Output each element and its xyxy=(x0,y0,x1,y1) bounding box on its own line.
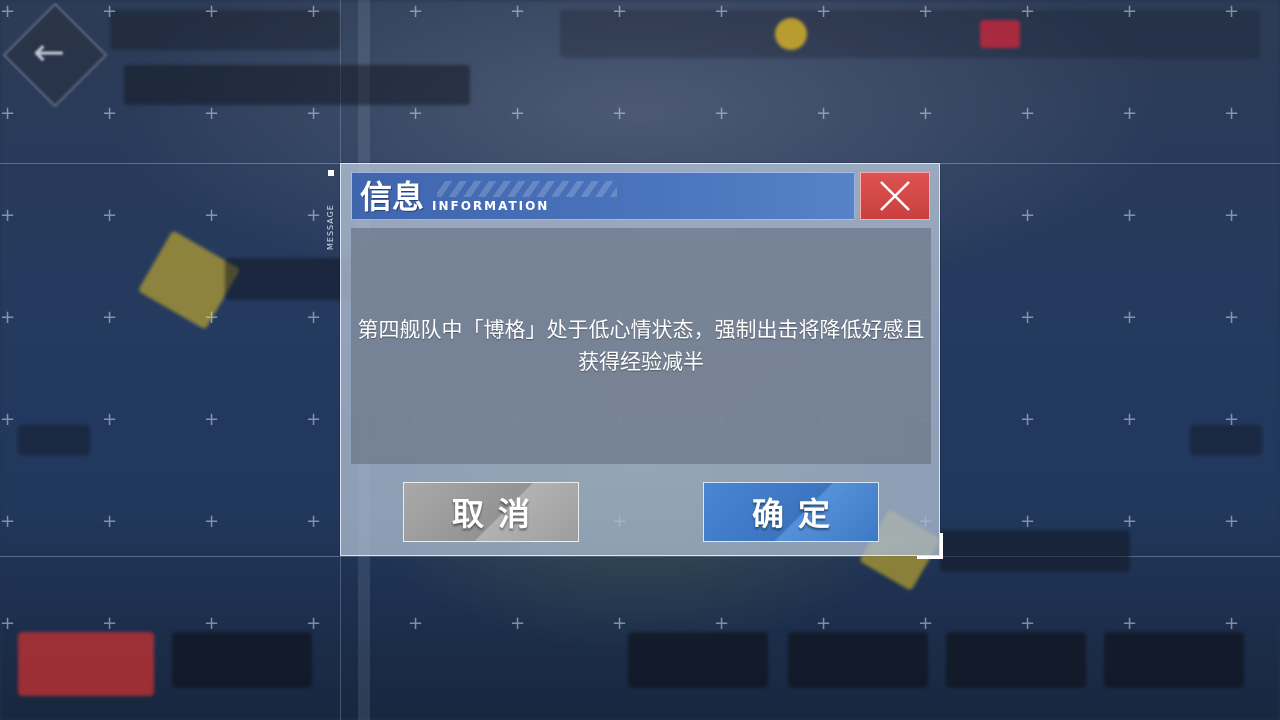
dialog-corner-decoration xyxy=(917,533,943,559)
grid-cross-icon: + xyxy=(1020,205,1036,226)
grid-cross-icon: + xyxy=(918,1,934,22)
grid-cross-icon: + xyxy=(1020,511,1036,532)
bottom-button xyxy=(788,632,928,688)
grid-cross-icon: + xyxy=(1020,409,1036,430)
grid-cross-icon: + xyxy=(714,103,730,124)
grid-cross-icon: + xyxy=(1224,613,1240,634)
grid-cross-icon: + xyxy=(102,409,118,430)
grid-cross-icon: + xyxy=(0,511,16,532)
grid-cross-icon: + xyxy=(816,103,832,124)
grid-cross-icon: + xyxy=(510,1,526,22)
grid-cross-icon: + xyxy=(1020,1,1036,22)
grid-cross-icon: + xyxy=(0,103,16,124)
bottom-button xyxy=(946,632,1086,688)
grid-cross-icon: + xyxy=(1020,613,1036,634)
grid-cross-icon: + xyxy=(612,1,628,22)
grid-cross-icon: + xyxy=(1224,409,1240,430)
grid-cross-icon: + xyxy=(1224,103,1240,124)
grid-cross-icon: + xyxy=(1122,511,1138,532)
grid-cross-icon: + xyxy=(102,103,118,124)
fleet-tab-bar xyxy=(124,65,470,105)
confirm-button[interactable]: 确定 xyxy=(703,482,879,542)
message-side-tag: MESSAGE xyxy=(326,204,335,250)
bottom-button xyxy=(628,632,768,688)
grid-cross-icon: + xyxy=(408,613,424,634)
grid-cross-icon: + xyxy=(204,307,220,328)
grid-cross-icon: + xyxy=(1122,307,1138,328)
grid-cross-icon: + xyxy=(204,205,220,226)
grid-cross-icon: + xyxy=(306,1,322,22)
grid-cross-icon: + xyxy=(1122,1,1138,22)
grid-cross-icon: + xyxy=(306,613,322,634)
grid-cross-icon: + xyxy=(102,307,118,328)
dialog-title-bar: 信息 INFORMATION xyxy=(351,172,855,220)
grid-cross-icon: + xyxy=(918,103,934,124)
info-dialog: MESSAGE 信息 INFORMATION 第四舰队中「博格」处于低心情状态，… xyxy=(326,163,943,559)
grid-cross-icon: + xyxy=(102,511,118,532)
dialog-title-en: INFORMATION xyxy=(432,199,550,213)
grid-cross-icon: + xyxy=(1224,307,1240,328)
grid-cross-icon: + xyxy=(306,103,322,124)
grid-cross-icon: + xyxy=(0,307,16,328)
cancel-button-label: 取消 xyxy=(451,495,544,533)
grid-cross-icon: + xyxy=(102,205,118,226)
grid-cross-icon: + xyxy=(204,409,220,430)
bottom-button xyxy=(172,632,312,688)
grid-cross-icon: + xyxy=(0,1,16,22)
grid-cross-icon: + xyxy=(0,409,16,430)
grid-cross-icon: + xyxy=(0,613,16,634)
grid-cross-icon: + xyxy=(510,613,526,634)
resource-bar xyxy=(560,10,1260,58)
grid-cross-icon: + xyxy=(918,613,934,634)
coin-icon xyxy=(775,18,807,50)
grid-cross-icon: + xyxy=(408,103,424,124)
grid-cross-icon: + xyxy=(102,613,118,634)
dialog-message-box: 第四舰队中「博格」处于低心情状态，强制出击将降低好感且获得经验减半 xyxy=(351,228,931,464)
grid-cross-icon: + xyxy=(306,511,322,532)
bottom-button xyxy=(1104,632,1244,688)
grid-cross-icon: + xyxy=(204,1,220,22)
grid-cross-icon: + xyxy=(306,205,322,226)
grid-cross-icon: + xyxy=(1224,511,1240,532)
grid-cross-icon: + xyxy=(1122,613,1138,634)
dialog-message: 第四舰队中「博格」处于低心情状态，强制出击将降低好感且获得经验减半 xyxy=(357,318,925,374)
grid-cross-icon: + xyxy=(306,307,322,328)
grid-cross-icon: + xyxy=(204,103,220,124)
grid-cross-icon: + xyxy=(204,511,220,532)
grid-cross-icon: + xyxy=(306,409,322,430)
map-node-label xyxy=(940,530,1130,572)
grid-cross-icon: + xyxy=(1122,205,1138,226)
close-icon xyxy=(880,181,910,211)
grid-cross-icon: + xyxy=(1020,103,1036,124)
grid-cross-icon: + xyxy=(1224,1,1240,22)
grid-cross-icon: + xyxy=(714,1,730,22)
grid-cross-icon: + xyxy=(714,613,730,634)
grid-cross-icon: + xyxy=(816,613,832,634)
grid-cross-icon: + xyxy=(1122,409,1138,430)
grid-cross-icon: + xyxy=(1020,307,1036,328)
grid-cross-icon: + xyxy=(102,1,118,22)
grid-cross-icon: + xyxy=(510,103,526,124)
back-arrow-icon: ← xyxy=(33,30,65,74)
grid-cross-icon: + xyxy=(1122,103,1138,124)
grid-cross-icon: + xyxy=(612,103,628,124)
bottom-left-button xyxy=(18,632,154,696)
grid-cross-icon: + xyxy=(0,205,16,226)
close-button[interactable] xyxy=(860,172,930,220)
grid-cross-icon: + xyxy=(612,613,628,634)
grid-cross-icon: + xyxy=(1224,205,1240,226)
gem-icon xyxy=(980,20,1020,48)
grid-cross-icon: + xyxy=(204,613,220,634)
left-switch xyxy=(18,425,90,455)
cancel-button[interactable]: 取消 xyxy=(403,482,579,542)
grid-cross-icon: + xyxy=(816,1,832,22)
dialog-title: 信息 xyxy=(360,178,425,216)
title-stripes-decoration xyxy=(437,181,617,197)
confirm-button-label: 确定 xyxy=(751,495,844,533)
grid-cross-icon: + xyxy=(408,1,424,22)
